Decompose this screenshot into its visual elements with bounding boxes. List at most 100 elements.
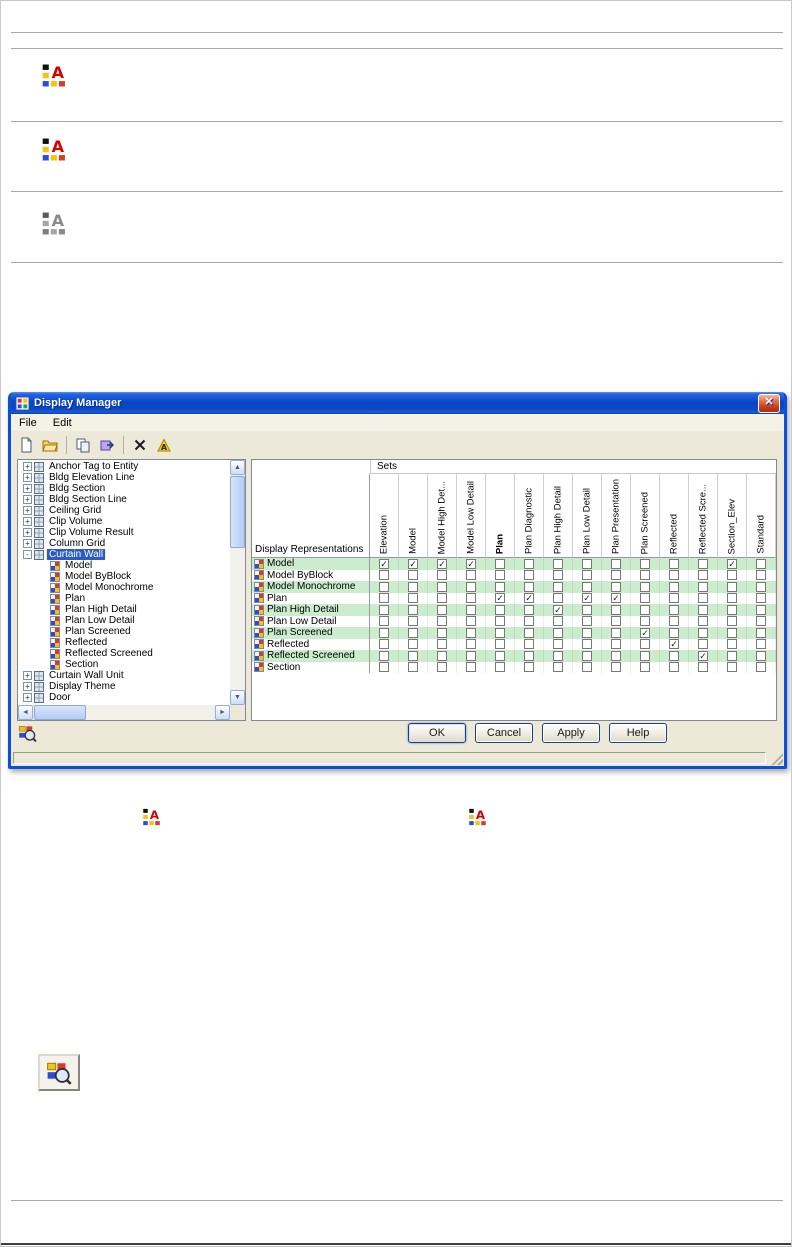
checkbox-checked[interactable]: ✓ <box>408 558 418 569</box>
set-cell-plan-plan-high-detail[interactable] <box>544 592 573 604</box>
vertical-scrollbar[interactable]: ▲ ▼ <box>230 460 245 705</box>
checkbox-unchecked[interactable] <box>669 616 679 627</box>
tree-item-column-grid[interactable]: + Column Grid <box>18 538 230 549</box>
checkbox-unchecked[interactable] <box>466 581 476 592</box>
set-cell-section-plan-diagnostic[interactable] <box>515 661 544 673</box>
checkbox-unchecked[interactable] <box>466 604 476 615</box>
checkbox-unchecked[interactable] <box>553 616 563 627</box>
set-cell-model-monochrome-model-high-det[interactable] <box>428 581 457 593</box>
ok-button[interactable]: OK <box>408 723 466 743</box>
set-cell-plan-screened-plan[interactable] <box>486 627 515 639</box>
checkbox-unchecked[interactable] <box>582 616 592 627</box>
expand-icon[interactable]: + <box>23 693 32 702</box>
set-cell-plan-low-detail-plan-screened[interactable] <box>631 615 660 627</box>
tree-item-plan[interactable]: Plan <box>18 593 230 604</box>
checkbox-unchecked[interactable] <box>582 650 592 661</box>
checkbox-unchecked[interactable] <box>640 604 650 615</box>
checkbox-unchecked[interactable] <box>640 639 650 650</box>
set-cell-model-byblock-standard[interactable] <box>747 569 776 581</box>
checkbox-unchecked[interactable] <box>379 593 389 604</box>
checkbox-unchecked[interactable] <box>727 616 737 627</box>
set-cell-reflected-screened-model[interactable] <box>399 650 428 662</box>
checkbox-unchecked[interactable] <box>495 558 505 569</box>
tree-item-bldg-elevation-line[interactable]: + Bldg Elevation Line <box>18 472 230 483</box>
checkbox-unchecked[interactable] <box>727 604 737 615</box>
checkbox-checked[interactable]: ✓ <box>553 604 563 615</box>
set-cell-reflected-plan-high-detail[interactable] <box>544 638 573 650</box>
checkbox-unchecked[interactable] <box>698 627 708 638</box>
checkbox-unchecked[interactable] <box>611 650 621 661</box>
delete-icon[interactable] <box>129 434 151 456</box>
set-cell-model-monochrome-standard[interactable] <box>747 581 776 593</box>
set-cell-plan-low-detail-elevation[interactable] <box>370 615 399 627</box>
checkbox-unchecked[interactable] <box>582 570 592 581</box>
checkbox-unchecked[interactable] <box>524 570 534 581</box>
scroll-right-icon[interactable]: ► <box>215 705 230 720</box>
checkbox-unchecked[interactable] <box>437 593 447 604</box>
tree-item-reflected[interactable]: Reflected <box>18 637 230 648</box>
checkbox-unchecked[interactable] <box>408 627 418 638</box>
set-cell-reflected-screened-plan-high-detail[interactable] <box>544 650 573 662</box>
checkbox-unchecked[interactable] <box>495 650 505 661</box>
scroll-left-icon[interactable]: ◄ <box>18 705 33 720</box>
set-cell-plan-low-detail-standard[interactable] <box>747 615 776 627</box>
checkbox-unchecked[interactable] <box>553 581 563 592</box>
set-cell-section-model[interactable] <box>399 661 428 673</box>
set-cell-section-standard[interactable] <box>747 661 776 673</box>
tree-item-model[interactable]: Model <box>18 560 230 571</box>
checkbox-unchecked[interactable] <box>379 627 389 638</box>
set-cell-reflected-screened-plan-screened[interactable] <box>631 650 660 662</box>
checkbox-unchecked[interactable] <box>437 604 447 615</box>
set-cell-plan-low-detail-plan-low-detail[interactable] <box>573 615 602 627</box>
checkbox-checked[interactable]: ✓ <box>379 558 389 569</box>
checkbox-unchecked[interactable] <box>408 604 418 615</box>
checkbox-unchecked[interactable] <box>756 650 766 661</box>
set-cell-plan-high-detail-model-high-det[interactable] <box>428 604 457 616</box>
checkbox-unchecked[interactable] <box>582 639 592 650</box>
set-cell-section-plan-presentation[interactable] <box>602 661 631 673</box>
checkbox-unchecked[interactable] <box>408 616 418 627</box>
set-cell-plan-low-detail-plan-diagnostic[interactable] <box>515 615 544 627</box>
tree-item-section[interactable]: Section <box>18 659 230 670</box>
checkbox-unchecked[interactable] <box>756 581 766 592</box>
expand-icon[interactable]: + <box>23 528 32 537</box>
checkbox-unchecked[interactable] <box>553 650 563 661</box>
title-bar[interactable]: Display Manager ✕ <box>11 392 784 414</box>
set-cell-model-monochrome-plan[interactable] <box>486 581 515 593</box>
tree-item-reflected-screened[interactable]: Reflected Screened <box>18 648 230 659</box>
checkbox-unchecked[interactable] <box>611 581 621 592</box>
checkbox-unchecked[interactable] <box>495 604 505 615</box>
close-icon[interactable]: ✕ <box>758 393 780 413</box>
tree-item-curtain-wall[interactable]: - Curtain Wall <box>18 549 230 560</box>
set-cell-reflected-reflected[interactable]: ✓ <box>660 638 689 650</box>
set-cell-section-model-high-det[interactable] <box>428 661 457 673</box>
set-cell-plan-reflected-scre[interactable] <box>689 592 718 604</box>
set-cell-model-plan-screened[interactable] <box>631 558 660 570</box>
set-cell-plan-high-detail-plan-screened[interactable] <box>631 604 660 616</box>
menu-edit[interactable]: Edit <box>45 416 80 430</box>
tree-item-model-monochrome[interactable]: Model Monochrome <box>18 582 230 593</box>
checkbox-unchecked[interactable] <box>756 627 766 638</box>
set-cell-plan-reflected[interactable] <box>660 592 689 604</box>
checkbox-unchecked[interactable] <box>524 604 534 615</box>
set-cell-plan-low-detail-model-high-det[interactable] <box>428 615 457 627</box>
checkbox-unchecked[interactable] <box>379 662 389 673</box>
set-cell-plan-low-detail-plan-high-detail[interactable] <box>544 615 573 627</box>
checkbox-unchecked[interactable] <box>698 639 708 650</box>
tree-item-plan-screened[interactable]: Plan Screened <box>18 626 230 637</box>
checkbox-unchecked[interactable] <box>611 639 621 650</box>
set-cell-model-reflected[interactable] <box>660 558 689 570</box>
checkbox-checked[interactable]: ✓ <box>582 593 592 604</box>
checkbox-unchecked[interactable] <box>698 581 708 592</box>
tree-item-bldg-section-line[interactable]: + Bldg Section Line <box>18 494 230 505</box>
set-cell-model-standard[interactable] <box>747 558 776 570</box>
set-cell-plan-low-detail-reflected-scre[interactable] <box>689 615 718 627</box>
set-cell-reflected-screened-plan-presentation[interactable] <box>602 650 631 662</box>
checkbox-unchecked[interactable] <box>727 650 737 661</box>
set-cell-reflected-screened-reflected[interactable] <box>660 650 689 662</box>
set-cell-model-byblock-plan-presentation[interactable] <box>602 569 631 581</box>
set-cell-plan-screened-model-low-detail[interactable] <box>457 627 486 639</box>
tree-item-display-theme[interactable]: + Display Theme <box>18 681 230 692</box>
checkbox-unchecked[interactable] <box>611 627 621 638</box>
checkbox-unchecked[interactable] <box>466 593 476 604</box>
